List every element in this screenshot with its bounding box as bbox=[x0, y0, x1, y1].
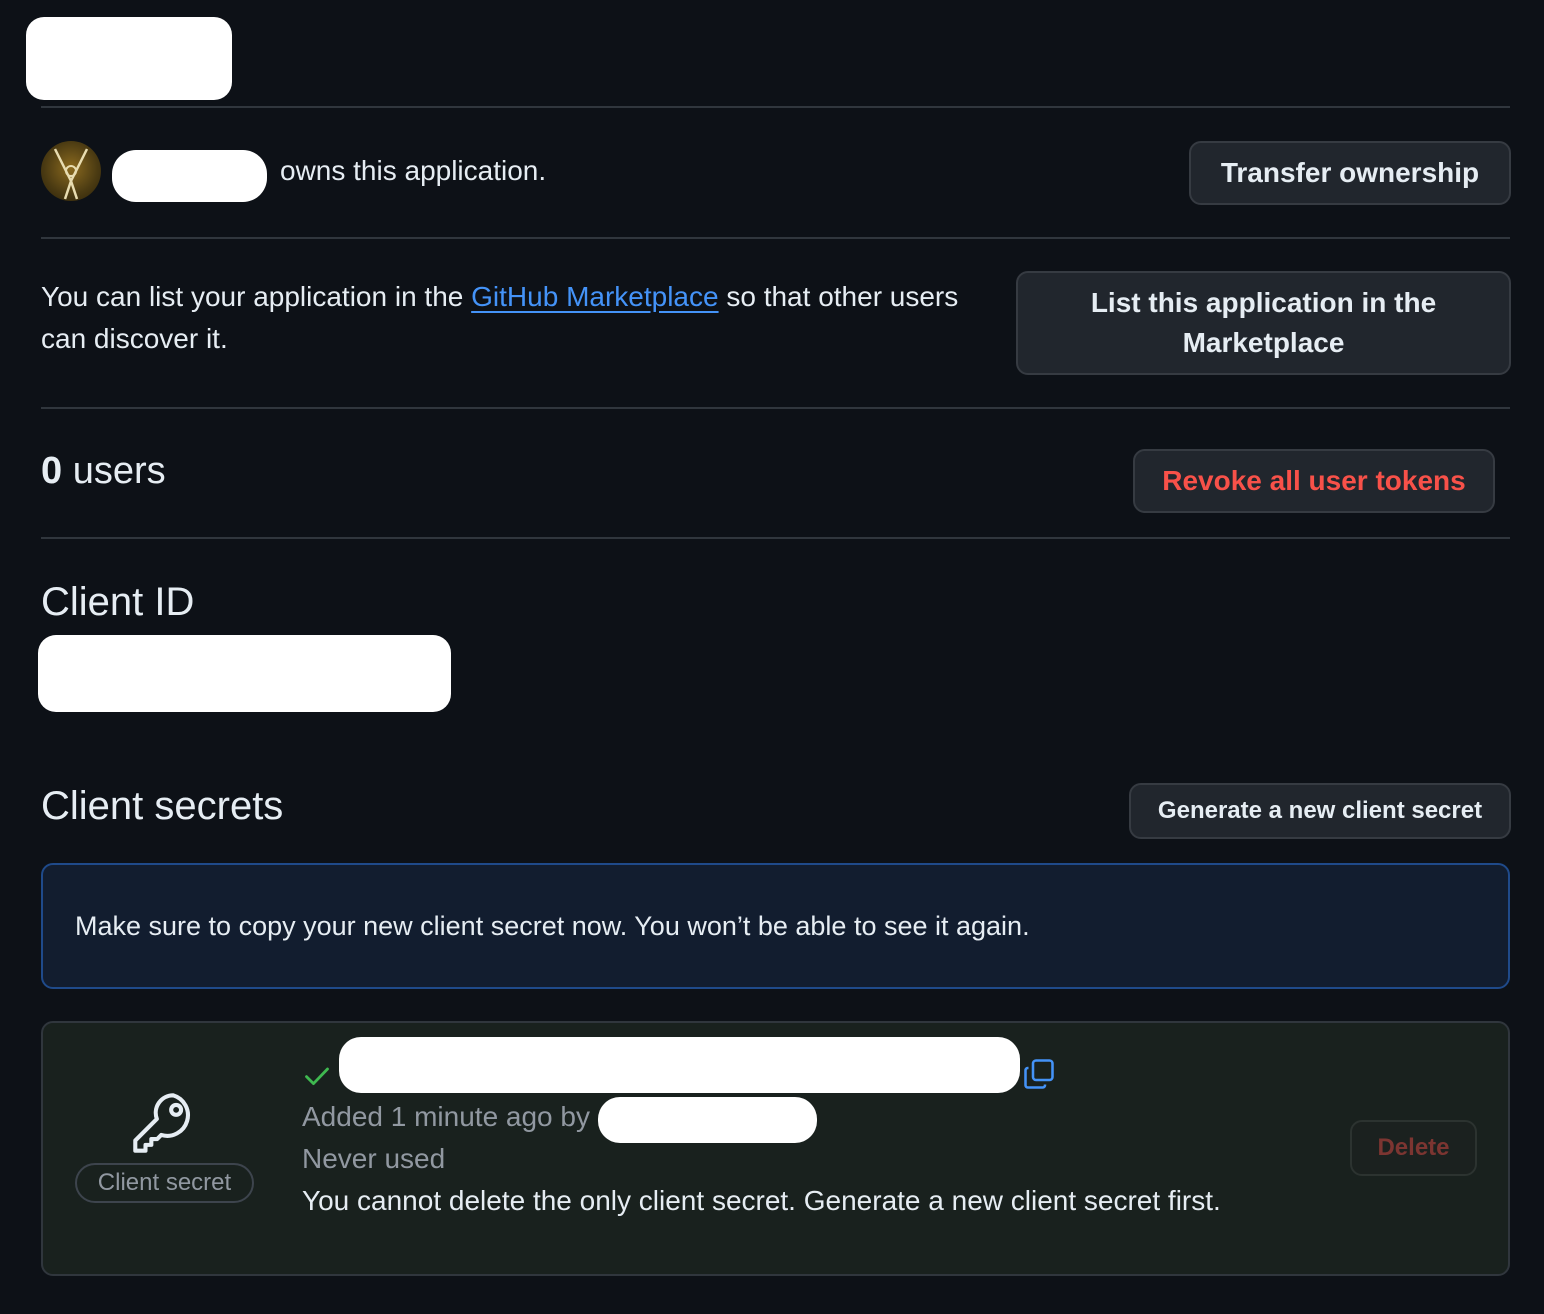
key-icon bbox=[133, 1093, 190, 1153]
delete-button[interactable]: Delete bbox=[1350, 1120, 1477, 1176]
client-id-heading: Client ID bbox=[41, 580, 195, 624]
transfer-ownership-button[interactable]: Transfer ownership bbox=[1189, 141, 1511, 205]
delete-note: You cannot delete the only client secret… bbox=[302, 1185, 1221, 1216]
client-secrets-heading: Client secrets bbox=[41, 784, 284, 828]
copy-icon[interactable] bbox=[1021, 1056, 1057, 1092]
app-settings-page: owns this application. Transfer ownershi… bbox=[0, 0, 1544, 1314]
client-secret-badge: Client secret bbox=[75, 1163, 254, 1203]
redacted-added-by-user bbox=[598, 1097, 817, 1143]
users-count-label: users bbox=[72, 450, 166, 492]
marketplace-text-line2: can discover it. bbox=[41, 323, 228, 354]
divider bbox=[41, 237, 1510, 239]
github-marketplace-link[interactable]: GitHub Marketplace bbox=[471, 281, 718, 312]
flash-message: Make sure to copy your new client secret… bbox=[75, 911, 1030, 941]
list-in-marketplace-button[interactable]: List this application in the Marketplace bbox=[1016, 271, 1511, 375]
revoke-all-user-tokens-button[interactable]: Revoke all user tokens bbox=[1133, 449, 1495, 513]
redacted-client-id bbox=[38, 635, 451, 712]
avatar[interactable] bbox=[41, 141, 101, 201]
divider bbox=[41, 537, 1510, 539]
redacted-app-name bbox=[26, 17, 232, 100]
redacted-client-secret bbox=[339, 1037, 1020, 1093]
divider bbox=[41, 407, 1510, 409]
users-count-number: 0 bbox=[41, 450, 63, 492]
generate-client-secret-button[interactable]: Generate a new client secret bbox=[1129, 783, 1511, 839]
redacted-owner-name[interactable] bbox=[112, 150, 267, 202]
added-by-text: Added 1 minute ago by bbox=[302, 1101, 590, 1132]
flash-notice: Make sure to copy your new client secret… bbox=[41, 863, 1510, 989]
list-button-line2: Marketplace bbox=[1182, 327, 1345, 358]
marketplace-text-before: You can list your application in the bbox=[41, 281, 472, 312]
usage-text: Never used bbox=[302, 1143, 446, 1174]
marketplace-description: You can list your application in the Git… bbox=[41, 276, 958, 360]
owns-application-text: owns this application. bbox=[280, 155, 547, 186]
list-button-line1: List this application in the bbox=[1090, 287, 1437, 318]
check-icon bbox=[305, 1067, 329, 1085]
divider bbox=[41, 106, 1510, 108]
users-count: 0 users bbox=[41, 450, 166, 493]
marketplace-text-after: so that other users bbox=[718, 281, 959, 312]
